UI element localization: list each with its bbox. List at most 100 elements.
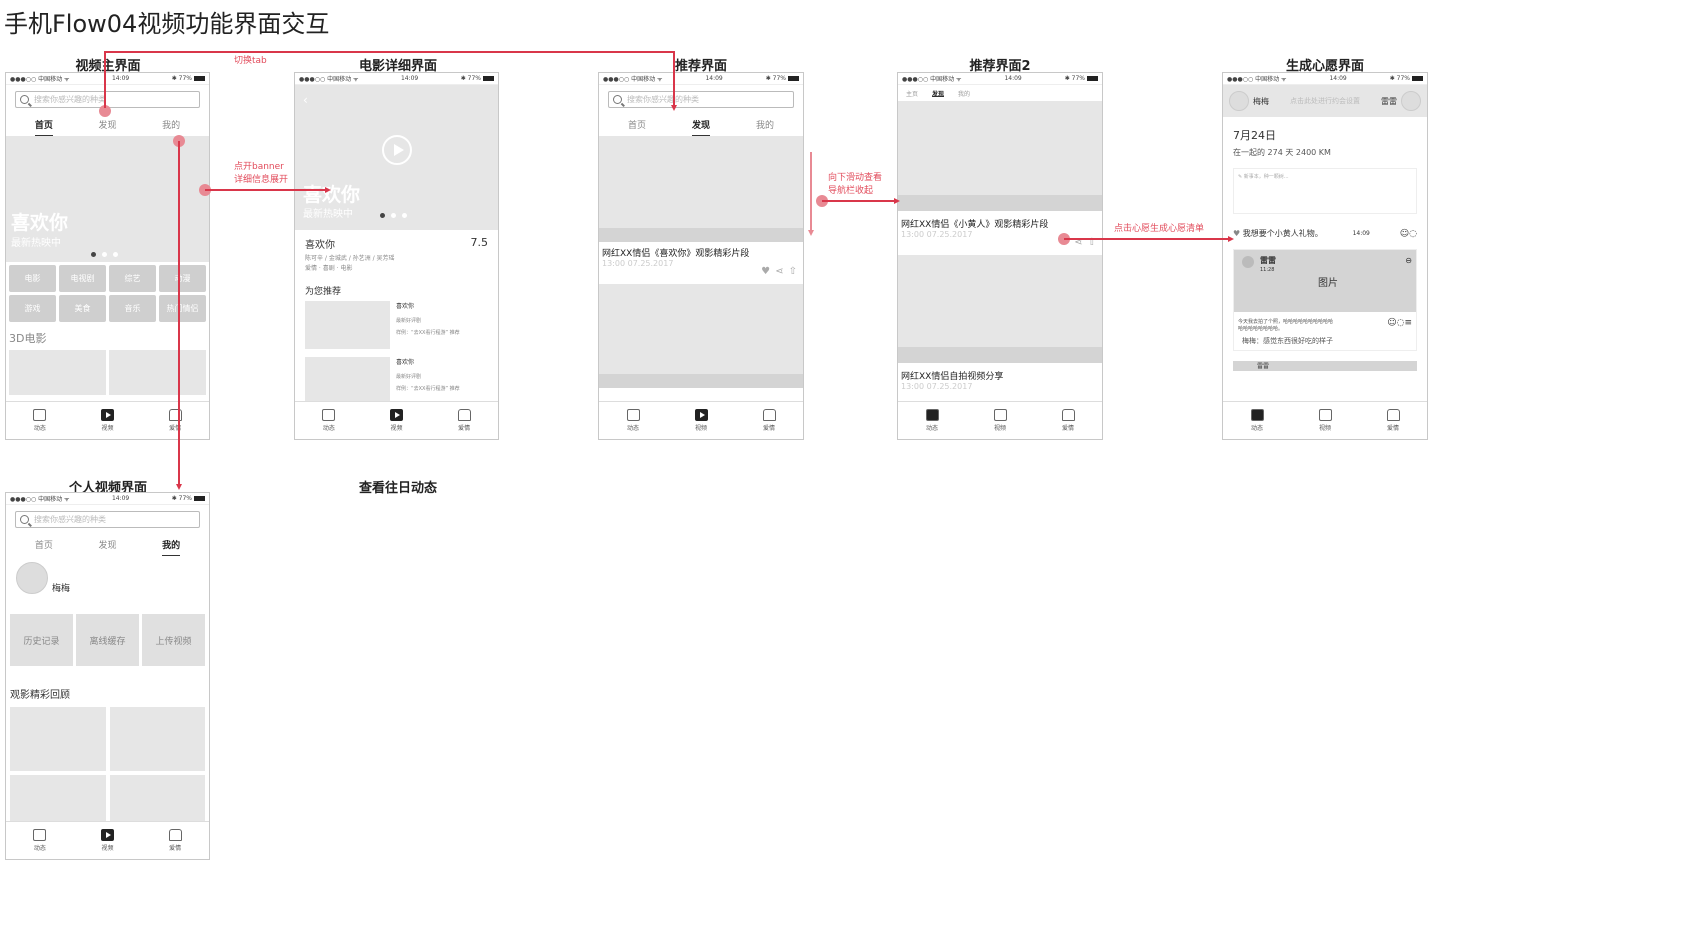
tab-home[interactable]: 首页 [628, 118, 646, 136]
video-player[interactable] [599, 284, 803, 374]
category-item[interactable]: 综艺 [109, 265, 156, 292]
home-heart-icon [1061, 409, 1075, 421]
phone-wish: ●●●○○ 中国移动 ᯤ 14:09 ✱ 77% 梅梅 点击此处进行约会设置 雷… [1222, 72, 1428, 440]
nav-video[interactable]: 视频 [993, 409, 1007, 432]
category-item[interactable]: 音乐 [109, 295, 156, 322]
nav-love[interactable]: 爱情 [1061, 409, 1075, 432]
history-button[interactable]: 历史记录 [10, 614, 73, 666]
category-item[interactable]: 热门情侣 [159, 295, 206, 322]
thumbnail[interactable] [10, 707, 106, 771]
video-player[interactable] [898, 101, 1102, 195]
tab-discover[interactable]: 发现 [98, 538, 116, 556]
arrow-head [808, 230, 814, 236]
offline-cache-button[interactable]: 离线缓存 [76, 614, 139, 666]
card-image[interactable]: 雷雷 11:28 图片 ⊖ [1234, 250, 1416, 312]
user-left: 梅梅 [1253, 96, 1269, 106]
banner-pager [91, 252, 118, 257]
nav-moments[interactable]: 动态 [626, 409, 640, 432]
connector-line [104, 51, 106, 108]
tab-home[interactable]: 首页 [35, 538, 53, 556]
connector-line [178, 141, 180, 486]
comment-text: 梅梅：感觉东西很好吃的样子 [1242, 337, 1333, 345]
top-tabs: 首页 发现 我的 [6, 528, 209, 556]
upload-video-button[interactable]: 上传视频 [142, 614, 205, 666]
tab-mine[interactable]: 我的 [162, 538, 181, 556]
video-progress-bar[interactable] [599, 228, 803, 242]
nav-video[interactable]: 视频 [1318, 409, 1332, 432]
video-meta: 13:00 07.25.2017 [602, 259, 674, 268]
search-input[interactable]: 搜索你感兴趣的种类 [608, 91, 794, 108]
video-player[interactable] [898, 255, 1102, 347]
category-item[interactable]: 电视剧 [59, 265, 106, 292]
avatar[interactable] [16, 562, 48, 594]
status-bar: ●●●○○ 中国移动 ᯤ 14:09 ✱ 77% [599, 73, 803, 85]
nav-moments[interactable]: 动态 [1250, 409, 1264, 432]
tab-mine[interactable]: 我的 [162, 118, 180, 136]
video-progress-bar[interactable] [898, 195, 1102, 211]
share-icon[interactable]: ⋖ [775, 266, 783, 277]
nav-moments[interactable]: 动态 [925, 409, 939, 432]
calendar-icon [626, 409, 640, 421]
rec-item[interactable]: 喜欢你 最新好评剧 样例：“去XX看行程游” 推荐 [295, 349, 498, 405]
search-input[interactable]: 搜索你感兴趣的种类 [15, 511, 200, 528]
comment-icon[interactable]: ☺◌≡ [1387, 318, 1412, 332]
nav-love[interactable]: 爱情 [1386, 409, 1400, 432]
banner-subtitle: 最新热映中 [303, 209, 353, 220]
more-icon[interactable]: ⊖ [1405, 256, 1412, 265]
play-icon [100, 409, 114, 421]
thumbnail[interactable] [109, 350, 206, 395]
back-icon[interactable]: ‹ [303, 93, 308, 107]
detail-banner[interactable]: ‹ 喜欢你 最新热映中 [295, 85, 498, 230]
tab-discover[interactable]: 发现 [932, 89, 945, 98]
phone-recommend: ●●●○○ 中国移动 ᯤ 14:09 ✱ 77% 搜索你感兴趣的种类 首页 发现… [598, 72, 804, 440]
date-setting-hint[interactable]: 点击此处进行约会设置 [1290, 96, 1360, 106]
nav-love[interactable]: 爱情 [168, 829, 182, 852]
phone-recommend2: ●●●○○ 中国移动 ᯤ 14:09 ✱ 77% 主页 发现 我的 网红XX情侣… [897, 72, 1103, 440]
connector-line [205, 189, 327, 191]
tab-discover[interactable]: 发现 [98, 118, 116, 136]
wish-input[interactable]: ✎ 新事本，种一颗树... [1233, 168, 1417, 214]
comment-icon[interactable]: ☺◌ [1400, 229, 1417, 239]
bottom-nav: 动态 视频 爱情 [898, 401, 1102, 439]
tab-home[interactable]: 首页 [34, 118, 53, 136]
tab-mine[interactable]: 我的 [958, 89, 970, 98]
nav-love[interactable]: 爱情 [457, 409, 471, 432]
video-progress-bar[interactable] [898, 347, 1102, 363]
pager-dot [380, 213, 385, 218]
nav-video[interactable]: 视频 [389, 409, 403, 432]
nav-video[interactable]: 视频 [100, 829, 114, 852]
play-icon [100, 829, 114, 841]
nav-video[interactable]: 视频 [100, 409, 114, 432]
upload-icon[interactable]: ⇧ [789, 266, 797, 277]
nav-moments[interactable]: 动态 [322, 409, 336, 432]
avatar[interactable] [1229, 91, 1249, 111]
status-bar: ●●●○○ 中国移动 ᯤ 14:09 ✱ 77% [1223, 73, 1427, 85]
nav-moments[interactable]: 动态 [33, 829, 47, 852]
category-item[interactable]: 电影 [9, 265, 56, 292]
video-player[interactable] [599, 136, 803, 228]
play-icon[interactable] [382, 135, 412, 165]
nav-moments[interactable]: 动态 [33, 409, 47, 432]
category-item[interactable]: 美食 [59, 295, 106, 322]
thumbnail[interactable] [109, 707, 205, 771]
avatar[interactable] [1401, 91, 1421, 111]
tab-home[interactable]: 主页 [906, 89, 918, 98]
rec-name: 喜欢你 [396, 303, 415, 310]
rec-item[interactable]: 喜欢你 最新好评剧 样例：“去XX看行程游” 推荐 [295, 301, 498, 349]
category-item[interactable]: 动漫 [159, 265, 206, 292]
calendar-icon [925, 409, 939, 421]
category-item[interactable]: 游戏 [9, 295, 56, 322]
tab-discover[interactable]: 发现 [691, 118, 710, 136]
wish-row[interactable]: ♥ 我想要个小黄人礼物。 14:09 ☺◌ [1223, 214, 1427, 243]
heart-icon[interactable]: ♥ [761, 266, 770, 277]
video-title: 网红XX情侣自拍视频分享 [901, 372, 1004, 382]
nav-love[interactable]: 爱情 [168, 409, 182, 432]
nav-video[interactable]: 视频 [694, 409, 708, 432]
tab-mine[interactable]: 我的 [756, 118, 774, 136]
thumbnail[interactable] [9, 350, 106, 395]
annotation-switch-tab: 切换tab [234, 56, 267, 66]
nav-love[interactable]: 爱情 [762, 409, 776, 432]
card-image-label: 图片 [1318, 278, 1338, 289]
review-grid [6, 707, 209, 839]
video-progress-bar[interactable] [599, 374, 803, 388]
